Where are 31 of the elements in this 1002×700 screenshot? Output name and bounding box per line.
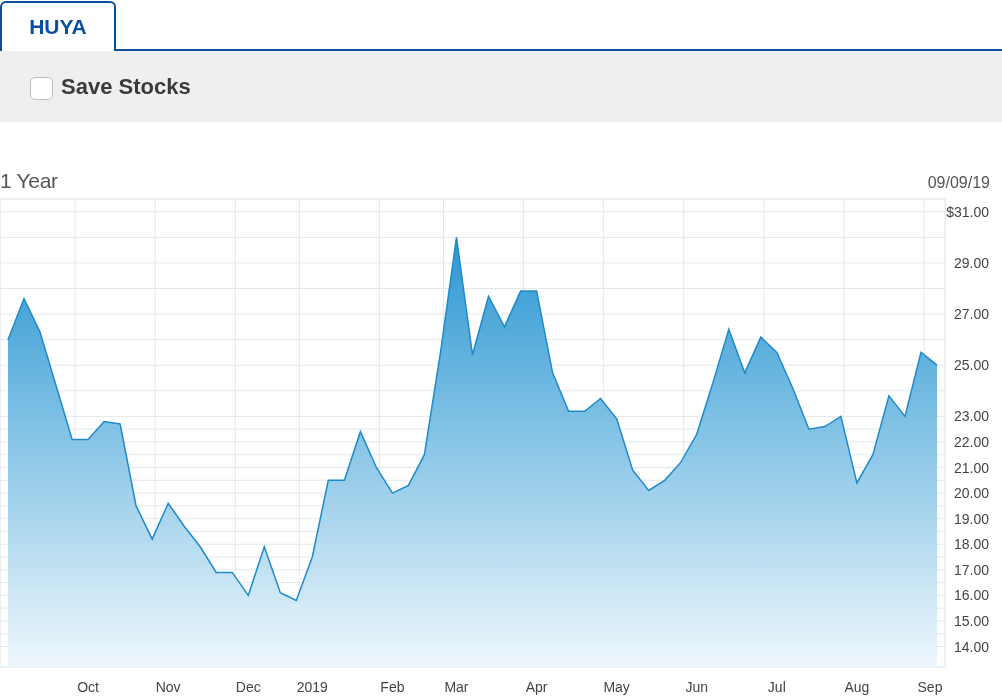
y-axis-label: 14.00 <box>953 638 989 655</box>
y-axis-label: 18.00 <box>953 536 989 553</box>
x-axis-label: Nov <box>155 679 181 695</box>
stock-tab[interactable]: HUYA <box>0 1 116 51</box>
y-axis-label: 17.00 <box>953 561 989 578</box>
y-axis-label: 16.00 <box>953 587 989 604</box>
x-axis-label: Jul <box>767 679 786 695</box>
y-axis-label: $31.00 <box>946 203 989 220</box>
x-axis-label: Oct <box>77 679 99 695</box>
y-axis-label: 25.00 <box>953 357 989 374</box>
x-axis-label: Mar <box>444 679 469 695</box>
y-axis-label: 29.00 <box>953 254 989 271</box>
y-axis-label: 22.00 <box>953 433 989 450</box>
x-axis-label: 2019 <box>296 679 328 695</box>
y-axis-label: 21.00 <box>953 459 989 476</box>
save-checkbox[interactable] <box>30 77 53 100</box>
x-axis-label: Feb <box>380 679 405 695</box>
x-axis-label: Jun <box>685 679 709 695</box>
y-axis-label: 23.00 <box>953 408 989 425</box>
y-axis-label: 27.00 <box>953 306 989 323</box>
y-axis-label: 15.00 <box>953 612 989 629</box>
x-axis-label: Sep <box>917 679 943 695</box>
save-stocks-label: Save Stocks <box>61 73 191 101</box>
x-axis-label: Apr <box>525 679 548 695</box>
x-axis-label: May <box>603 679 630 695</box>
x-axis-label: Dec <box>235 679 261 695</box>
y-axis-label: 19.00 <box>953 510 989 527</box>
range-label: 1 Year <box>0 169 58 192</box>
x-axis-label: Aug <box>844 679 870 695</box>
date-label: 09/09/19 <box>927 174 990 191</box>
y-axis-label: 20.00 <box>953 485 989 502</box>
